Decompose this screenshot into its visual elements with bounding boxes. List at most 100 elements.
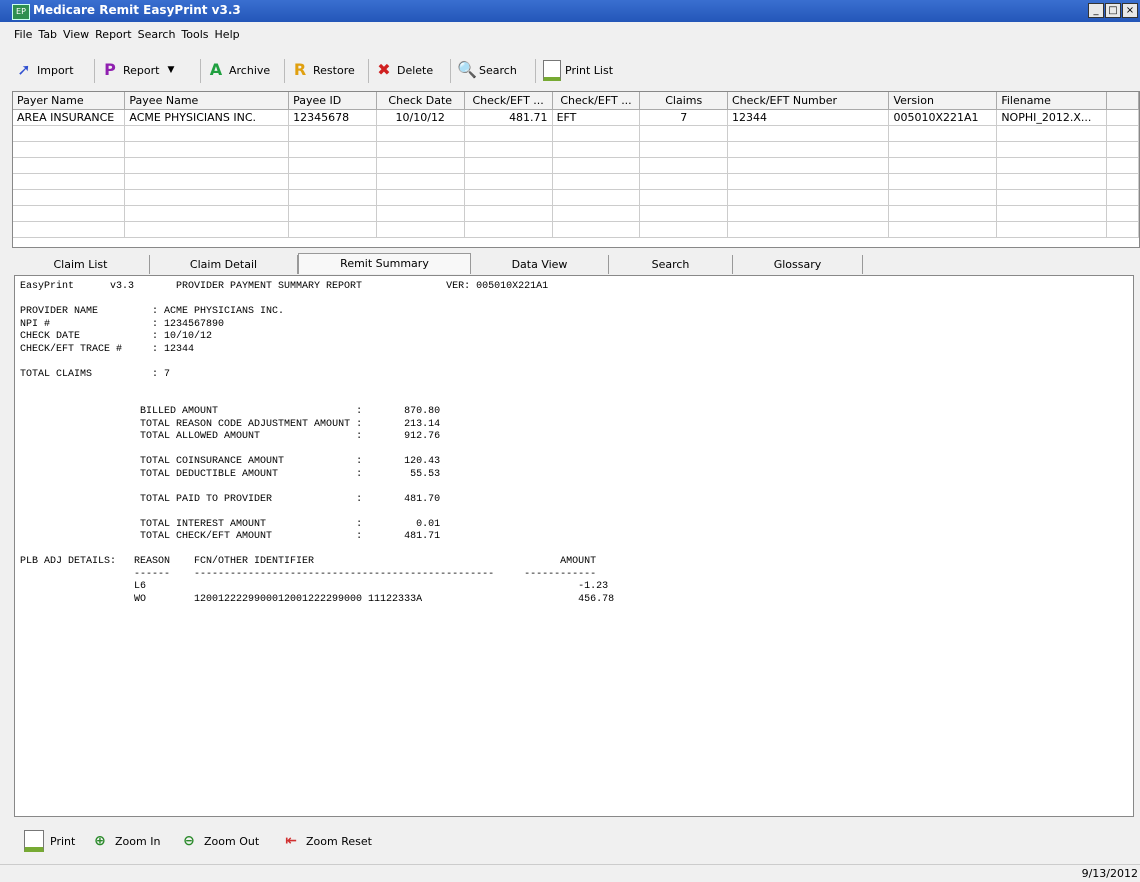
tab-search[interactable]: Search — [609, 255, 733, 274]
table-cell — [464, 125, 553, 142]
print-list-button[interactable]: Print List — [543, 59, 613, 81]
table-cell — [727, 221, 890, 238]
table-cell — [639, 189, 728, 206]
print-list-label: Print List — [565, 63, 614, 77]
archive-button[interactable]: A Archive — [207, 59, 270, 81]
table-cell: ACME PHYSICIANS INC. — [124, 109, 290, 126]
table-cell: 481.71 — [464, 109, 553, 126]
table-cell: AREA INSURANCE — [13, 109, 126, 126]
col-check-number[interactable]: Check/EFT Number — [727, 92, 890, 110]
table-cell — [888, 125, 998, 142]
table-row[interactable] — [13, 205, 1139, 222]
total-claims-line: TOTAL CLAIMS : 7 — [20, 368, 171, 380]
menu-search[interactable]: Search — [135, 22, 179, 41]
report-text: EasyPrint v3.3 PROVIDER PAYMENT SUMMARY … — [15, 276, 1133, 606]
report-button[interactable]: P Report ▼ — [101, 59, 174, 81]
table-cell — [1106, 141, 1139, 158]
table-cell — [639, 205, 728, 222]
table-cell — [288, 125, 377, 142]
table-row[interactable] — [13, 125, 1139, 142]
table-cell — [124, 189, 290, 206]
table-cell — [888, 173, 998, 190]
tab-remit-summary[interactable]: Remit Summary — [298, 253, 471, 274]
table-cell — [124, 141, 290, 158]
tab-claim-detail[interactable]: Claim Detail — [150, 255, 298, 274]
menu-tools[interactable]: Tools — [178, 22, 211, 41]
billed-amount-line: BILLED AMOUNT : 870.80 — [140, 406, 441, 417]
menu-report[interactable]: Report — [92, 22, 134, 41]
table-cell — [727, 205, 890, 222]
coinsurance-amount-line: TOTAL COINSURANCE AMOUNT : 120.43 — [140, 456, 441, 467]
table-cell — [464, 173, 553, 190]
zoom-in-button[interactable]: ⊕ Zoom In — [91, 829, 160, 853]
archive-label: Archive — [229, 63, 271, 77]
table-cell — [727, 141, 890, 158]
table-cell — [13, 125, 126, 142]
print-button[interactable]: Print — [24, 829, 75, 853]
col-version[interactable]: Version — [888, 92, 998, 110]
search-button[interactable]: 🔍 Search — [457, 59, 517, 81]
status-bar: 9/13/2012 — [0, 864, 1140, 882]
restore-button[interactable]: R Restore — [291, 59, 355, 81]
table-cell — [124, 125, 290, 142]
import-button[interactable]: ➚ Import — [15, 59, 73, 81]
zoom-in-icon: ⊕ — [94, 833, 106, 849]
col-check-amount[interactable]: Check/EFT ... — [464, 92, 553, 110]
archive-a-icon: A — [209, 60, 223, 79]
tab-data-view[interactable]: Data View — [471, 255, 609, 274]
table-cell: 10/10/12 — [376, 109, 465, 126]
table-cell — [13, 157, 126, 174]
col-filename[interactable]: Filename — [996, 92, 1108, 110]
table-cell — [552, 157, 641, 174]
table-cell: 7 — [639, 109, 728, 126]
col-payee-name[interactable]: Payee Name — [124, 92, 290, 110]
table-cell — [124, 205, 290, 222]
menu-help[interactable]: Help — [212, 22, 243, 41]
close-button[interactable]: × — [1122, 3, 1138, 18]
table-cell — [288, 173, 377, 190]
remit-list-grid[interactable]: Payer Name Payee Name Payee ID Check Dat… — [12, 91, 1140, 248]
toolbar-separator — [535, 59, 536, 83]
zoom-reset-button[interactable]: ⇤ Zoom Reset — [282, 829, 372, 853]
table-row[interactable] — [13, 173, 1139, 190]
table-cell — [288, 157, 377, 174]
table-cell — [996, 141, 1108, 158]
menu-bar: File Tab View Report Search Tools Help — [0, 22, 1140, 46]
menu-tab[interactable]: Tab — [35, 22, 60, 41]
maximize-button[interactable]: □ — [1105, 3, 1121, 18]
printer-icon — [24, 830, 44, 852]
tab-claim-list[interactable]: Claim List — [12, 255, 150, 274]
search-label: Search — [479, 63, 517, 77]
table-row[interactable] — [13, 221, 1139, 238]
col-check-type[interactable]: Check/EFT ... — [552, 92, 641, 110]
table-cell: 12344 — [727, 109, 890, 126]
toolbar-separator — [94, 59, 95, 83]
table-cell — [996, 205, 1108, 222]
col-payer-name[interactable]: Payer Name — [13, 92, 126, 110]
table-row[interactable] — [13, 157, 1139, 174]
delete-button[interactable]: ✖ Delete — [375, 59, 433, 81]
table-cell — [376, 157, 465, 174]
check-date-line: CHECK DATE : 10/10/12 — [20, 331, 213, 342]
col-payee-id[interactable]: Payee ID — [288, 92, 377, 110]
table-cell — [13, 141, 126, 158]
table-cell — [552, 221, 641, 238]
menu-file[interactable]: File — [0, 22, 35, 41]
remit-summary-report[interactable]: EasyPrint v3.3 PROVIDER PAYMENT SUMMARY … — [14, 275, 1134, 817]
table-row[interactable] — [13, 189, 1139, 206]
table-row[interactable] — [13, 141, 1139, 158]
table-row[interactable]: AREA INSURANCE ACME PHYSICIANS INC. 123456… — [13, 109, 1139, 126]
minimize-button[interactable]: _ — [1088, 3, 1104, 18]
table-cell — [1106, 173, 1139, 190]
tab-strip: Claim List Claim Detail Remit Summary Da… — [12, 253, 1140, 274]
col-claims[interactable]: Claims — [639, 92, 728, 110]
interest-amount-line: TOTAL INTEREST AMOUNT : 0.01 — [140, 518, 441, 530]
table-cell — [1106, 125, 1139, 142]
tab-glossary[interactable]: Glossary — [733, 255, 863, 274]
table-cell — [376, 189, 465, 206]
table-cell — [464, 189, 553, 206]
table-cell — [996, 125, 1108, 142]
col-check-date[interactable]: Check Date — [376, 92, 465, 110]
menu-view[interactable]: View — [60, 22, 92, 41]
zoom-out-button[interactable]: ⊖ Zoom Out — [180, 829, 259, 853]
